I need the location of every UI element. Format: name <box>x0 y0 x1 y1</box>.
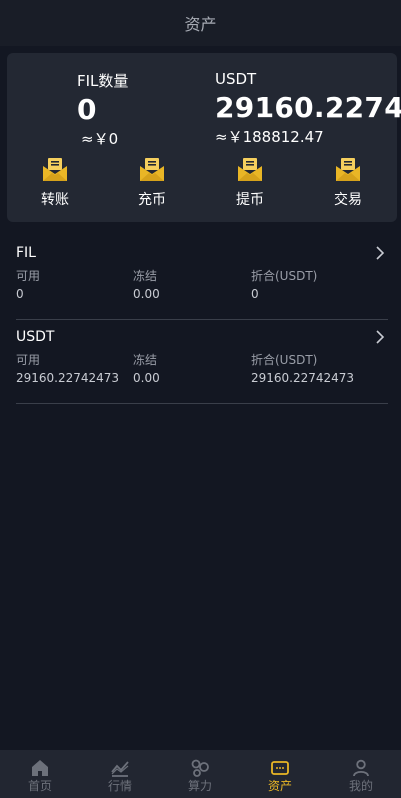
tab-hashrate[interactable]: 算力 <box>160 750 240 798</box>
asset-col-value: 29160.22742473 <box>16 371 120 385</box>
tab-mine[interactable]: 我的 <box>321 750 401 798</box>
tab-label: 首页 <box>27 779 52 793</box>
asset-name: USDT <box>16 329 55 345</box>
fil-balance: FIL数量 0 ≈￥0 <box>77 71 128 149</box>
asset-col-label: 可用 <box>16 353 41 367</box>
bottom-tab-bar: 首页 行情 算力 资产 我的 <box>0 750 401 798</box>
deposit-button[interactable]: 充币 <box>122 157 182 213</box>
asset-col-label: 折合(USDT) <box>251 269 318 283</box>
asset-col-value: 0.00 <box>133 371 160 385</box>
asset-col-label: 折合(USDT) <box>251 353 318 367</box>
wallet-icon <box>271 761 289 775</box>
tab-label: 我的 <box>348 779 373 793</box>
transfer-button[interactable]: 转账 <box>25 157 85 213</box>
asset-col-label: 冻结 <box>133 353 158 367</box>
asset-converted: 折合(USDT) 0 <box>251 268 317 302</box>
fil-balance-cny: ≈￥0 <box>81 130 119 148</box>
asset-name: FIL <box>16 245 36 261</box>
user-icon <box>353 759 369 777</box>
tab-assets[interactable]: 资产 <box>240 750 320 798</box>
usdt-balance-cny: ≈￥188812.47 <box>215 128 324 146</box>
tab-home[interactable]: 首页 <box>0 750 80 798</box>
tab-label: 资产 <box>267 779 292 793</box>
quick-actions: 转账 充币 提币 交易 <box>7 157 397 213</box>
top-header: 资产 <box>0 0 401 46</box>
usdt-balance: USDT 29160.2274 ≈￥188812.47 <box>215 69 401 147</box>
tab-market[interactable]: 行情 <box>80 750 160 798</box>
chevron-right-icon <box>376 330 385 344</box>
envelope-icon <box>140 158 164 181</box>
fil-balance-amount: 0 <box>77 93 97 126</box>
trade-label: 交易 <box>334 192 362 208</box>
usdt-balance-amount: 29160.2274 <box>215 91 401 124</box>
envelope-icon <box>238 158 262 181</box>
trade-button[interactable]: 交易 <box>318 157 378 213</box>
fil-balance-label: FIL数量 <box>77 72 129 90</box>
balance-summary-card: FIL数量 0 ≈￥0 USDT 29160.2274 ≈￥188812.47 … <box>7 53 401 222</box>
tab-label: 算力 <box>187 779 212 793</box>
page-title: 资产 <box>184 15 217 34</box>
asset-col-label: 可用 <box>16 269 41 283</box>
withdraw-label: 提币 <box>236 192 264 208</box>
tab-label: 行情 <box>107 779 132 793</box>
envelope-icon <box>43 158 67 181</box>
chevron-right-icon <box>376 246 385 260</box>
asset-col-value: 0 <box>16 287 24 301</box>
asset-row-fil[interactable]: FIL 可用 0 冻结 0.00 折合(USDT) 0 <box>16 244 388 320</box>
transfer-label: 转账 <box>41 192 69 208</box>
asset-converted: 折合(USDT) 29160.22742473 <box>251 352 354 386</box>
asset-col-label: 冻结 <box>133 269 158 283</box>
asset-col-value: 0 <box>251 287 259 301</box>
asset-available: 可用 0 <box>16 268 40 302</box>
market-chart-icon <box>111 761 129 777</box>
usdt-balance-label: USDT <box>215 70 257 88</box>
deposit-label: 充币 <box>138 192 166 208</box>
asset-frozen: 冻结 0.00 <box>133 268 160 302</box>
home-icon <box>32 760 48 776</box>
hashrate-icon <box>191 759 209 777</box>
asset-frozen: 冻结 0.00 <box>133 352 160 386</box>
envelope-icon <box>336 158 360 181</box>
asset-col-value: 0.00 <box>133 287 160 301</box>
withdraw-button[interactable]: 提币 <box>220 157 280 213</box>
asset-row-usdt[interactable]: USDT 可用 29160.22742473 冻结 0.00 折合(USDT) … <box>16 328 388 404</box>
asset-available: 可用 29160.22742473 <box>16 352 119 386</box>
asset-col-value: 29160.22742473 <box>251 371 355 385</box>
